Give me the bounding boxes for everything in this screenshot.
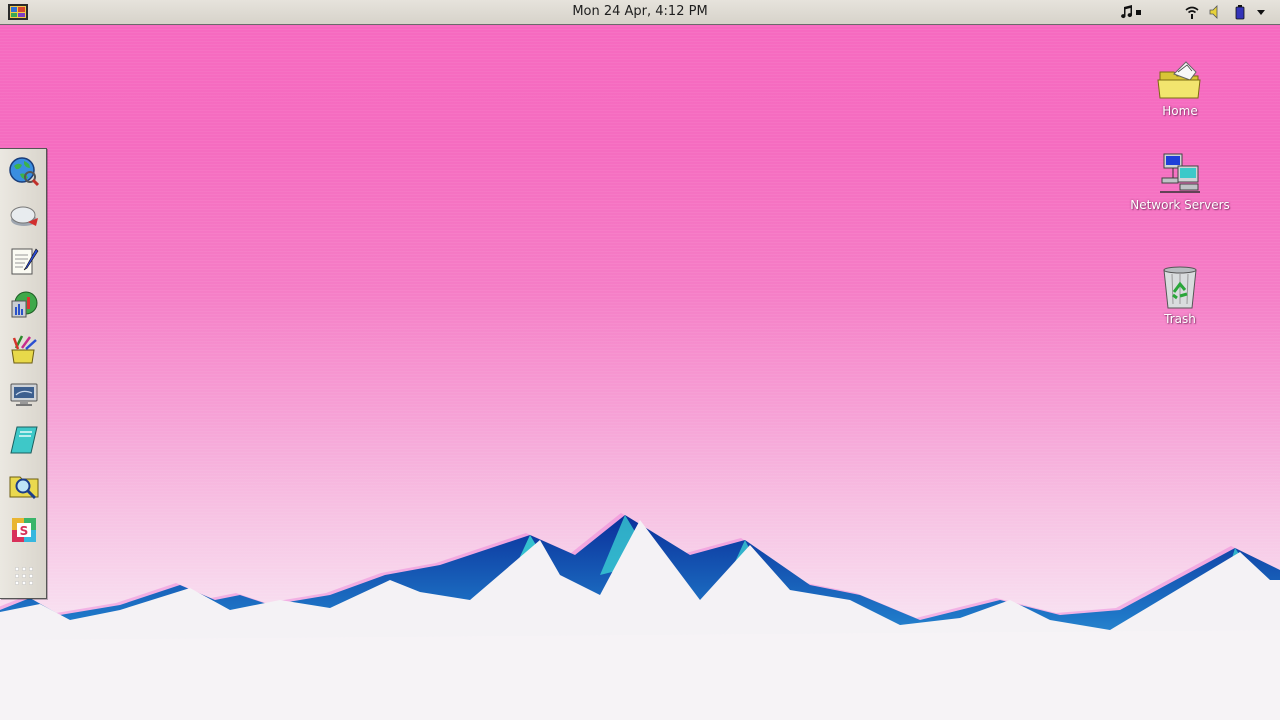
desktop-icon-label: Network Servers xyxy=(1130,198,1230,212)
side-dock: S xyxy=(0,148,47,599)
network-servers-icon xyxy=(1160,153,1200,193)
slack-app-icon[interactable]: S xyxy=(7,513,41,547)
web-browser-icon[interactable] xyxy=(7,155,41,189)
battery-icon[interactable] xyxy=(1232,4,1248,22)
top-panel: Mon 24 Apr, 4:12 PM xyxy=(0,0,1280,25)
svg-text:S: S xyxy=(20,524,29,538)
paint-app-icon[interactable] xyxy=(7,333,41,367)
desktop-icon-label: Home xyxy=(1162,104,1198,118)
text-editor-icon[interactable] xyxy=(7,244,41,278)
music-player-icon[interactable] xyxy=(1121,4,1145,22)
dropdown-arrow-icon[interactable] xyxy=(1255,4,1267,22)
desktop-icon-home[interactable]: Home xyxy=(1120,58,1240,118)
trash-icon xyxy=(1163,266,1197,309)
display-settings-icon[interactable] xyxy=(7,378,41,412)
wallpaper-mountains xyxy=(0,513,1280,720)
app-grid-icon[interactable] xyxy=(7,559,41,593)
notebook-icon[interactable] xyxy=(7,423,41,457)
desktop-icon-network-servers[interactable]: Network Servers xyxy=(1120,152,1240,212)
file-search-icon[interactable] xyxy=(7,468,41,502)
desktop-icon-label: Trash xyxy=(1164,312,1196,326)
volume-icon[interactable] xyxy=(1207,4,1221,22)
desktop-icon-trash[interactable]: Trash xyxy=(1120,264,1240,326)
system-monitor-icon[interactable] xyxy=(7,288,41,322)
wifi-icon[interactable] xyxy=(1184,4,1200,22)
clock[interactable]: Mon 24 Apr, 4:12 PM xyxy=(0,4,1280,19)
mail-client-icon[interactable] xyxy=(7,199,41,233)
home-folder-icon xyxy=(1157,61,1201,99)
